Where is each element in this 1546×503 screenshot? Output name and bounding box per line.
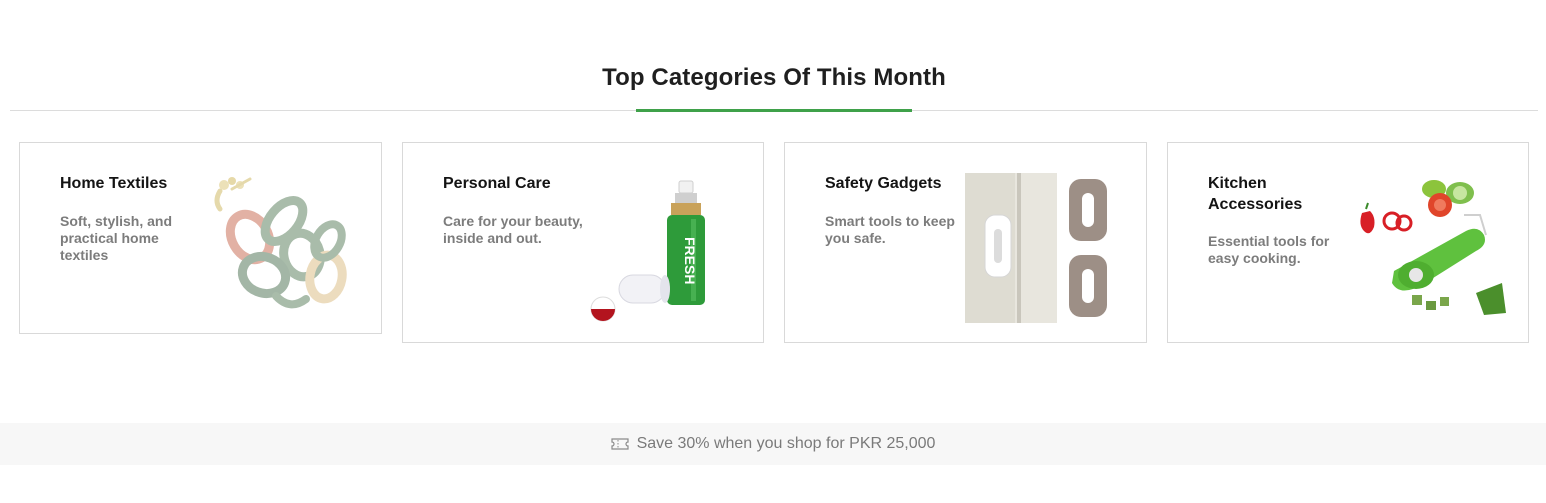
category-title: Kitchen Accessories xyxy=(1208,175,1303,213)
category-description: Smart tools to keep you safe. xyxy=(825,213,955,246)
clothes-hangers-image xyxy=(214,177,347,309)
category-title: Personal Care xyxy=(443,175,551,192)
section-title-underline xyxy=(636,109,912,112)
category-card-personal-care[interactable]: Personal Care Care for your beauty, insi… xyxy=(402,142,764,343)
section-header: Top Categories Of This Month xyxy=(10,60,1538,112)
ticket-icon xyxy=(610,438,629,450)
promo-banner: Save 30% when you shop for PKR 25,000 xyxy=(0,423,1546,465)
category-title: Home Textiles xyxy=(60,175,168,192)
category-description: Care for your beauty, inside and out. xyxy=(443,213,583,246)
promo-text: Save 30% when you shop for PKR 25,000 xyxy=(636,435,936,452)
door-stopper-image xyxy=(965,173,1107,323)
category-description: Soft, stylish, and practical home textil… xyxy=(60,213,173,263)
category-description: Essential tools for easy cooking. xyxy=(1208,233,1330,266)
product-label-text: FRESH xyxy=(682,237,698,284)
vegetable-cutter-image xyxy=(1360,180,1506,315)
spray-bottle-image: FRESH xyxy=(590,180,705,322)
category-card-safety-gadgets[interactable]: Safety Gadgets Smart tools to keep you s… xyxy=(784,142,1147,343)
category-card-kitchen-accessories[interactable]: Kitchen Accessories Essential tools for … xyxy=(1167,142,1529,343)
category-title: Safety Gadgets xyxy=(825,175,942,192)
section-title: Top Categories Of This Month xyxy=(602,64,946,91)
category-card-home-textiles[interactable]: Home Textiles Soft, stylish, and practic… xyxy=(19,142,382,334)
